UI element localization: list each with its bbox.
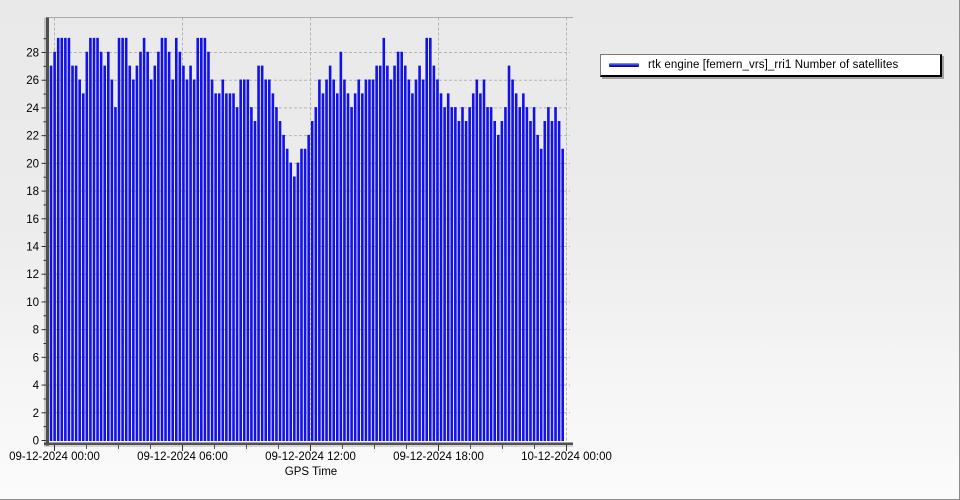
y-axis-line: [46, 17, 49, 446]
y-tick-label: 0: [33, 436, 39, 448]
x-axis-shade: [44, 445, 573, 447]
x-tick-label: 09-12-2024 12:00: [265, 451, 356, 463]
x-axis-title: GPS Time: [284, 466, 338, 478]
legend-label: rtk engine [femern_vrs]_rri1 Number of s…: [648, 59, 899, 71]
x-tick-label: 09-12-2024 06:00: [137, 451, 228, 463]
x-tick-label: 09-12-2024 00:00: [9, 451, 100, 463]
y-tick-label: 22: [26, 131, 39, 143]
chart-window: 0 2 4 6 8 10 12 14 16 18 20 22 24 26 28 09-12-2024 00:0…: [0, 0, 960, 500]
x-tick-label: 10-12-2024 00:00: [521, 451, 612, 463]
y-tick-label: 16: [26, 214, 39, 226]
y-tick-label: 12: [26, 269, 39, 281]
y-tick-label: 20: [26, 158, 39, 170]
y-tick-label: 2: [33, 408, 39, 420]
y-tick-label: 6: [33, 352, 39, 364]
x-axis-line: [44, 442, 573, 445]
y-tick-label: 28: [26, 48, 39, 60]
legend-line-sample-icon: [609, 63, 639, 67]
data-series-line: [49, 37, 564, 441]
y-tick-label: 14: [26, 242, 39, 254]
y-tick-label: 4: [33, 380, 40, 392]
y-tick-label: 24: [26, 103, 39, 115]
y-tick-label: 10: [26, 297, 39, 309]
y-tick-label: 18: [26, 186, 39, 198]
legend-box: rtk engine [femern_vrs]_rri1 Number of s…: [600, 54, 942, 77]
y-tick-label: 26: [26, 75, 39, 87]
y-tick-label: 8: [33, 325, 39, 337]
x-tick-label: 09-12-2024 18:00: [393, 451, 484, 463]
y-axis-shade: [44, 17, 46, 446]
